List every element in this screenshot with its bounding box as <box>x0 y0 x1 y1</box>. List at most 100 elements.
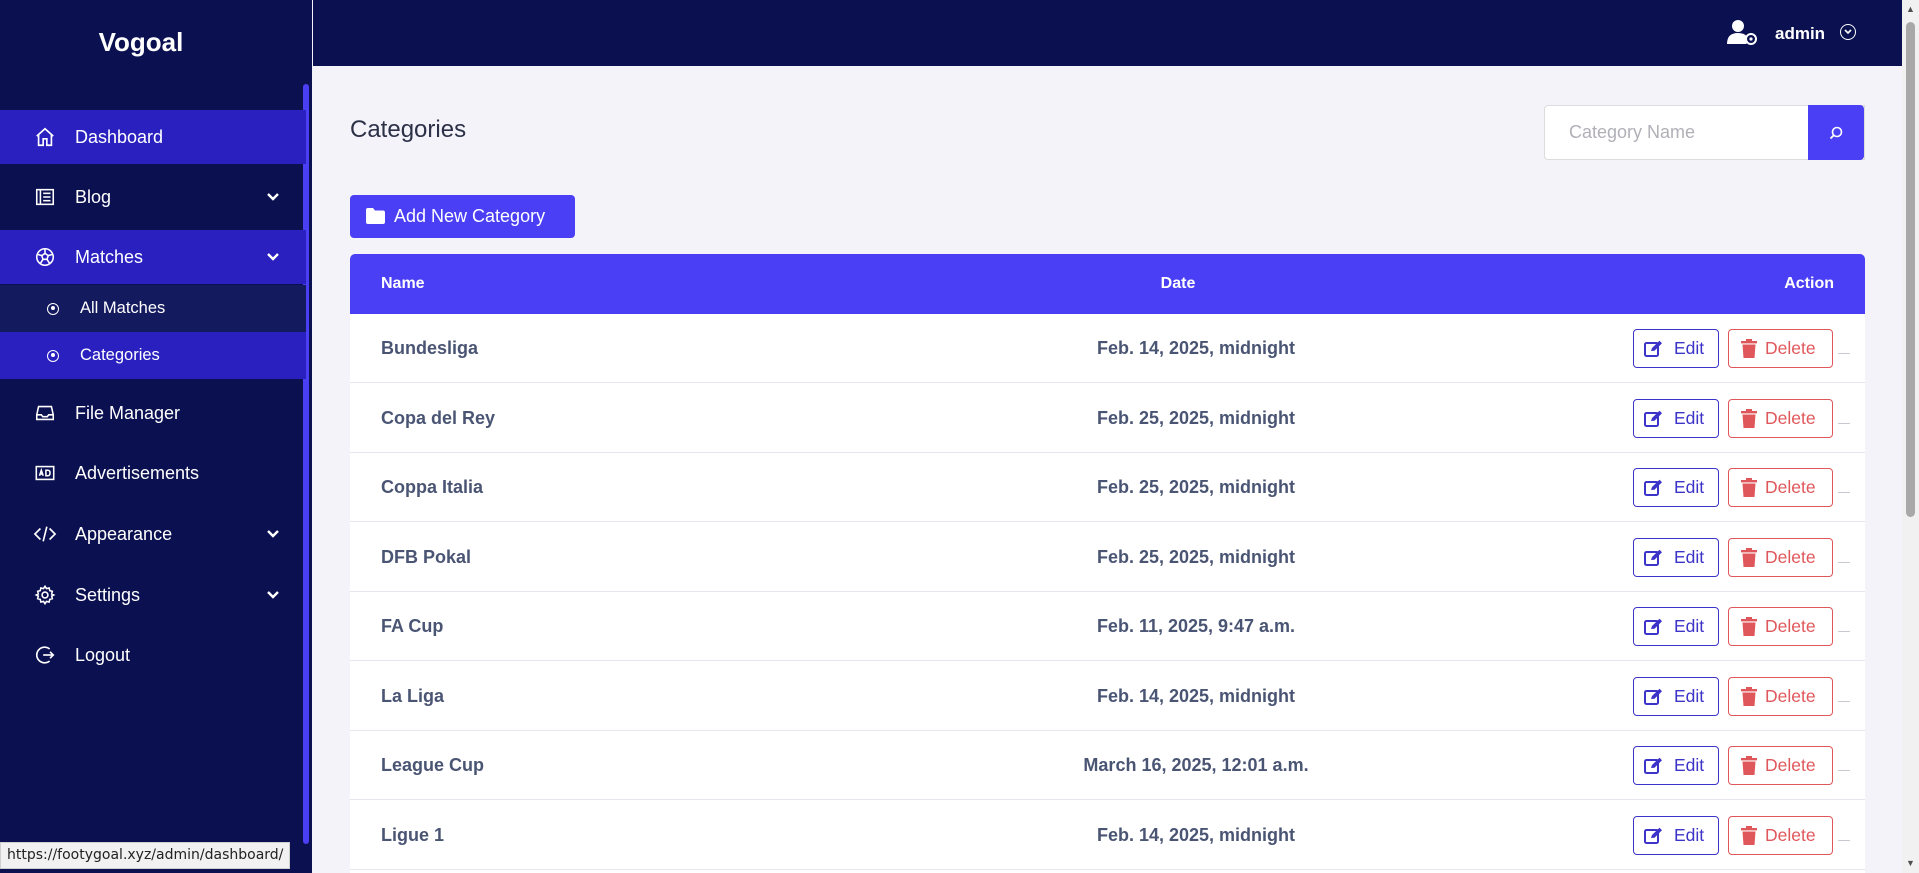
user-menu-label[interactable]: admin <box>1775 24 1825 44</box>
delete-button[interactable]: Delete <box>1728 329 1833 368</box>
delete-button[interactable]: Delete <box>1728 815 1833 855</box>
sidebar-item-file-manager[interactable]: File Manager <box>0 386 306 440</box>
user-settings-icon[interactable] <box>1727 18 1757 46</box>
row-divider <box>1838 561 1850 563</box>
table-row: Ligue 1 Feb. 14, 2025, midnight Edit Delete <box>350 801 1865 870</box>
category-date: Feb. 25, 2025, midnight <box>1096 477 1296 497</box>
edit-label: Edit <box>1674 616 1705 636</box>
delete-button[interactable]: Delete <box>1728 537 1833 577</box>
delete-button[interactable]: Delete <box>1728 468 1833 507</box>
trash-icon <box>1741 547 1757 567</box>
sidebar-item-blog[interactable]: Blog <box>0 170 306 224</box>
code-icon <box>33 522 57 546</box>
delete-label: Delete <box>1765 616 1816 636</box>
edit-button[interactable]: Edit <box>1633 398 1719 438</box>
table-row: League Cup March 16, 2025, 12:01 a.m. Edit… <box>350 731 1865 800</box>
edit-label: Edit <box>1674 755 1705 775</box>
edit-button[interactable]: Edit <box>1633 468 1719 507</box>
category-date: Feb. 25, 2025, midnight <box>1096 407 1296 428</box>
soccer-ball-icon <box>33 245 57 269</box>
category-date: Feb. 25, 2025, midnight <box>1096 546 1296 567</box>
category-name: Copa del Rey <box>381 407 496 428</box>
top-bar <box>313 0 1902 66</box>
sidebar-item-label: Blog <box>75 186 112 207</box>
sidebar-item-label: Logout <box>75 644 131 665</box>
trash-icon <box>1741 408 1757 428</box>
chevron-down-icon <box>267 193 279 201</box>
page-scrollbar-thumb[interactable] <box>1906 22 1915 517</box>
sidebar-item-advertisements[interactable]: Advertisements <box>0 446 306 500</box>
status-bar-url: https://footygoal.xyz/admin/dashboard/ <box>0 842 291 869</box>
category-name: DFB Pokal <box>381 546 472 567</box>
sidebar-subitem-categories[interactable]: Categories <box>0 332 306 379</box>
delete-button[interactable]: Delete <box>1728 398 1833 438</box>
add-new-category-button[interactable]: Add New Category <box>350 195 575 238</box>
edit-button[interactable]: Edit <box>1633 676 1719 716</box>
table-row: FA Cup Feb. 11, 2025, 9:47 a.m. Edit Delete <box>350 592 1865 661</box>
delete-button[interactable]: Delete <box>1728 607 1833 646</box>
edit-button[interactable]: Edit <box>1633 329 1719 368</box>
edit-button[interactable]: Edit <box>1633 607 1719 646</box>
scroll-up-arrow-icon[interactable]: ▲ <box>1905 4 1916 15</box>
category-date: Feb. 14, 2025, midnight <box>1096 824 1296 845</box>
scroll-down-arrow-icon[interactable]: ▼ <box>1905 858 1916 869</box>
trash-icon <box>1741 756 1757 775</box>
home-icon <box>33 125 57 149</box>
category-name: FA Cup <box>381 616 444 636</box>
sidebar-item-label: Settings <box>75 584 141 605</box>
edit-button[interactable]: Edit <box>1633 815 1719 855</box>
trash-icon <box>1741 617 1757 636</box>
sidebar-item-dashboard[interactable]: Dashboard <box>0 110 306 164</box>
sidebar-item-label: Advertisements <box>75 462 200 483</box>
brand-logo[interactable]: Vogoal <box>0 0 282 84</box>
edit-button[interactable]: Edit <box>1633 537 1719 577</box>
delete-label: Delete <box>1765 755 1816 775</box>
edit-button[interactable]: Edit <box>1633 746 1719 785</box>
column-header-action: Action <box>1784 275 1834 292</box>
delete-button[interactable]: Delete <box>1728 676 1833 716</box>
delete-button[interactable]: Delete <box>1728 746 1833 785</box>
category-name: Bundesliga <box>381 338 479 358</box>
sidebar-item-label: File Manager <box>75 402 181 423</box>
delete-label: Delete <box>1765 407 1816 428</box>
row-divider <box>1838 839 1850 841</box>
edit-icon <box>1644 479 1662 496</box>
categories-table: Name Date Action Bundesliga Feb. 14, 2025… <box>350 254 1865 873</box>
trash-icon <box>1741 478 1757 497</box>
edit-icon <box>1644 340 1662 357</box>
category-date: Feb. 14, 2025, midnight <box>1096 685 1296 706</box>
sidebar-subitem-label: All Matches <box>80 299 166 317</box>
folder-icon <box>366 208 385 224</box>
delete-label: Delete <box>1765 824 1816 845</box>
chevron-down-circle-icon[interactable] <box>1840 24 1856 40</box>
sidebar-item-label: Dashboard <box>75 126 164 147</box>
ad-icon <box>33 461 57 485</box>
inbox-icon <box>33 401 57 425</box>
table-row: DFB Pokal Feb. 25, 2025, midnight Edit Dele… <box>350 523 1865 592</box>
trash-icon <box>1741 686 1757 706</box>
circle-dot-icon <box>47 302 59 315</box>
edit-label: Edit <box>1674 477 1705 497</box>
add-new-category-label: Add New Category <box>394 206 546 226</box>
edit-icon <box>1644 618 1662 635</box>
column-header-name[interactable]: Name <box>381 275 425 293</box>
sidebar-subitem-label: Categories <box>80 346 160 364</box>
trash-icon <box>1741 825 1757 845</box>
sidebar-item-logout[interactable]: Logout <box>0 628 306 682</box>
sidebar-item-appearance[interactable]: Appearance <box>0 507 306 561</box>
category-name: League Cup <box>381 755 485 775</box>
search-button[interactable] <box>1808 105 1864 160</box>
table-header: Name Date Action <box>350 254 1865 314</box>
table-row: Coppa Italia Feb. 25, 2025, midnight Edit D… <box>350 453 1865 522</box>
search-icon <box>1829 126 1843 139</box>
sidebar-subitem-all-matches[interactable]: All Matches <box>0 285 306 332</box>
table-row: La Liga Feb. 14, 2025, midnight Edit Delete <box>350 662 1865 731</box>
circle-dot-icon <box>47 349 59 362</box>
trash-icon <box>1741 339 1757 358</box>
sidebar-item-matches[interactable]: Matches <box>0 230 306 284</box>
logout-icon <box>33 643 57 667</box>
sidebar-item-settings[interactable]: Settings <box>0 568 306 622</box>
column-header-date[interactable]: Date <box>1161 275 1196 293</box>
chevron-down-icon <box>267 253 279 261</box>
edit-icon <box>1644 827 1662 844</box>
